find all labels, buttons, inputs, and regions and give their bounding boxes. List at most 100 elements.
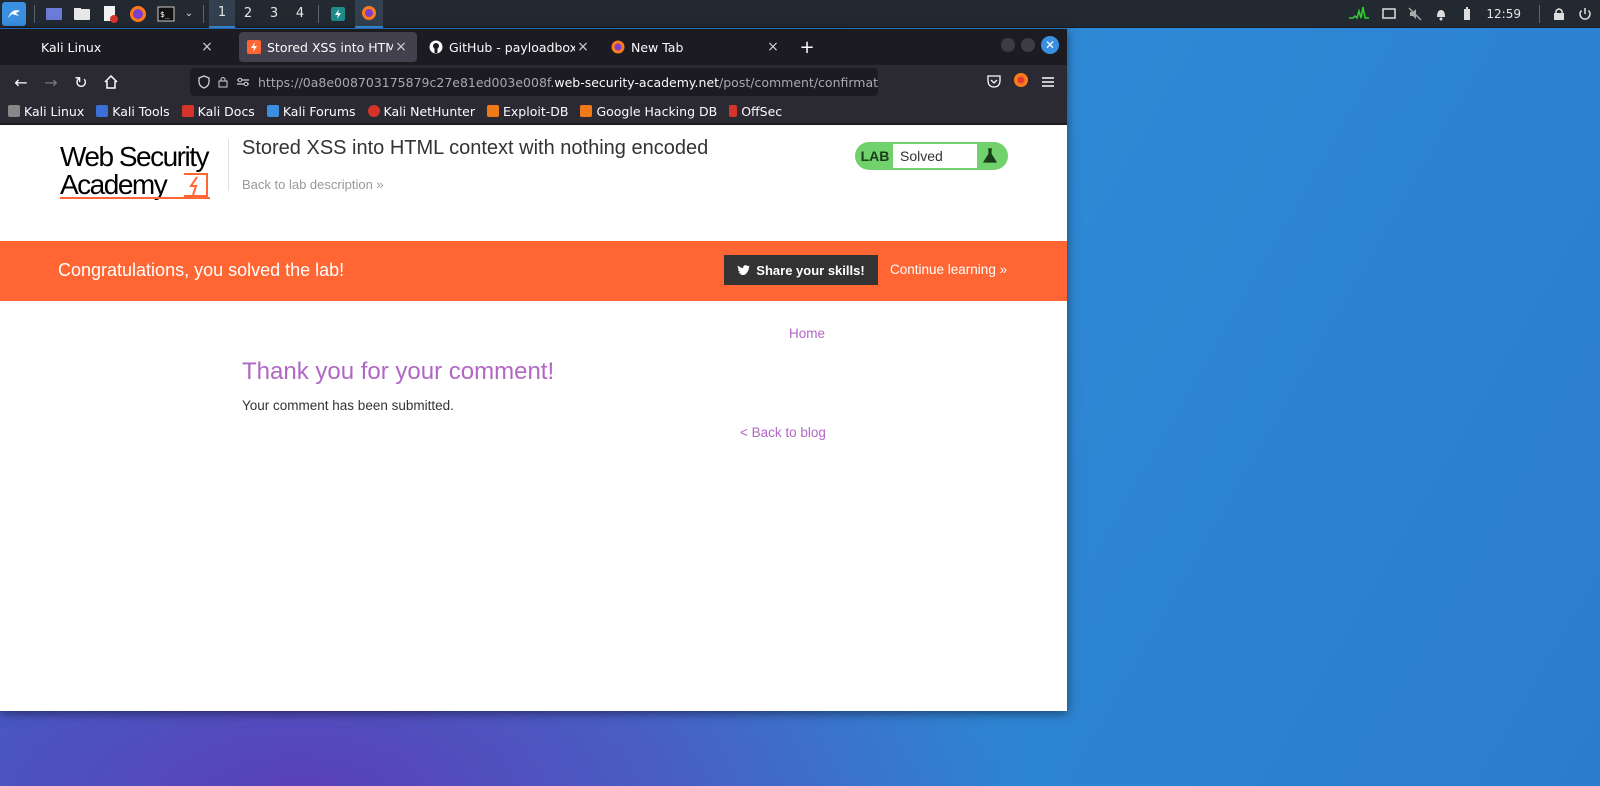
power-icon[interactable]	[1578, 7, 1592, 21]
github-icon	[429, 40, 443, 54]
firefox-favicon-icon	[611, 40, 625, 54]
bookmark-kali-nethunter[interactable]: Kali NetHunter	[367, 103, 476, 119]
bookmark-kali-docs[interactable]: Kali Docs	[181, 104, 255, 119]
display-icon[interactable]	[1382, 7, 1397, 21]
back-to-lab-description-label: Back to lab description	[242, 177, 373, 192]
tab-strip: Kali Linux × Stored XSS into HTML con × …	[0, 29, 1067, 65]
hamburger-menu-icon[interactable]	[1041, 73, 1055, 92]
offsec-icon	[729, 105, 738, 117]
workspace-3[interactable]: 3	[261, 0, 287, 28]
flask-icon	[977, 148, 1003, 164]
maximize-button[interactable]	[1021, 38, 1035, 52]
web-page: Web Security Academy Stored XSS into HTM…	[0, 125, 1067, 711]
bookmark-label: Kali Tools	[112, 103, 170, 119]
url-prefix: https://0a8e008703175879c27e81ed003e008f…	[258, 74, 555, 90]
home-link[interactable]: Home	[789, 326, 825, 341]
header-divider	[228, 139, 229, 191]
lock-icon[interactable]	[218, 74, 228, 90]
double-chevron-right-icon: »	[999, 262, 1008, 277]
show-desktop-icon[interactable]	[43, 3, 65, 25]
close-icon[interactable]: ×	[575, 39, 591, 55]
close-icon[interactable]: ×	[199, 39, 215, 55]
new-tab-button[interactable]: +	[793, 37, 821, 58]
logo-underline	[60, 197, 210, 199]
text-editor-icon[interactable]	[99, 3, 121, 25]
clock[interactable]: 12:59	[1486, 7, 1521, 21]
taskbar-separator	[1539, 4, 1540, 23]
forward-arrow-icon[interactable]: →	[36, 67, 66, 97]
lab-title: Stored XSS into HTML context with nothin…	[242, 137, 709, 159]
tab-label: New Tab	[631, 39, 684, 55]
permissions-icon[interactable]	[236, 74, 250, 90]
kali-docs-icon	[181, 105, 194, 117]
volume-muted-icon[interactable]	[1408, 7, 1422, 21]
tab-label: Kali Linux	[41, 39, 102, 55]
logo-line-1: Web Security	[60, 141, 210, 172]
address-bar[interactable]: https://0a8e008703175879c27e81ed003e008f…	[190, 68, 878, 96]
lab-status-badge: LAB Solved	[855, 142, 1008, 170]
lab-badge-label: LAB	[860, 148, 890, 164]
logo-bolt-icon	[184, 173, 208, 197]
nethunter-icon	[367, 105, 380, 117]
workspace-2[interactable]: 2	[235, 0, 261, 28]
tab-label: Stored XSS into HTML con	[267, 39, 393, 55]
bookmark-kali-linux[interactable]: Kali Linux	[8, 104, 84, 119]
firefox-launcher-icon[interactable]	[127, 3, 149, 25]
solved-message: Congratulations, you solved the lab!	[58, 260, 345, 280]
pocket-icon[interactable]	[987, 73, 1001, 92]
bookmark-kali-forums[interactable]: Kali Forums	[266, 103, 356, 119]
back-to-blog-link[interactable]: < Back to blog	[740, 425, 826, 440]
taskbar-separator	[318, 4, 319, 23]
chevron-down-icon[interactable]: ⌄	[183, 3, 195, 25]
twitter-icon	[737, 263, 751, 278]
solved-banner: Congratulations, you solved the lab! Sha…	[0, 241, 1067, 301]
reload-icon[interactable]: ↻	[66, 67, 96, 97]
window-controls: ✕	[1001, 36, 1059, 54]
home-icon[interactable]	[96, 67, 126, 97]
window-close-button[interactable]: ✕	[1041, 36, 1059, 54]
kali-menu-icon[interactable]	[2, 1, 26, 26]
shield-icon[interactable]	[198, 74, 210, 90]
continue-learning-label: Continue learning	[890, 262, 996, 277]
bookmarks-toolbar: Kali Linux Kali Tools Kali Docs Kali For…	[0, 99, 1067, 123]
bookmark-offsec[interactable]: OffSec	[729, 104, 782, 119]
continue-learning-link[interactable]: Continue learning »	[890, 262, 1007, 277]
close-icon[interactable]: ×	[765, 39, 781, 55]
share-skills-button[interactable]: Share your skills!	[724, 255, 878, 285]
bookmark-exploit-db[interactable]: Exploit-DB	[487, 104, 568, 119]
firefox-window-icon[interactable]	[355, 0, 383, 28]
workspace-4[interactable]: 4	[287, 0, 313, 28]
tab-stored-xss[interactable]: Stored XSS into HTML con ×	[239, 32, 417, 62]
notification-bell-icon[interactable]	[1434, 7, 1448, 21]
back-arrow-icon[interactable]: ←	[6, 67, 36, 97]
lock-icon[interactable]	[1552, 7, 1566, 21]
close-icon[interactable]: ×	[393, 39, 409, 55]
url-host: web-security-academy.net	[554, 74, 720, 90]
bookmark-label: OffSec	[741, 103, 783, 119]
exploit-db-icon	[487, 105, 500, 117]
burp-window-icon[interactable]	[327, 3, 349, 25]
kali-forums-icon	[266, 105, 279, 117]
bookmark-label: Kali Forums	[282, 103, 356, 119]
battery-icon	[1460, 6, 1474, 21]
network-graph-icon	[1348, 5, 1370, 22]
taskbar-separator	[34, 4, 35, 23]
bookmark-google-hacking-db[interactable]: Google Hacking DB	[580, 104, 717, 119]
workspace-1[interactable]: 1	[209, 0, 235, 28]
bookmark-label: Exploit-DB	[503, 103, 569, 119]
tab-kali-linux[interactable]: Kali Linux ×	[33, 32, 223, 62]
svg-text:$_: $_	[160, 10, 170, 19]
tab-new-tab[interactable]: New Tab ×	[603, 32, 789, 62]
file-manager-icon[interactable]	[71, 3, 93, 25]
back-to-lab-description-link[interactable]: Back to lab description »	[242, 177, 384, 192]
bookmark-kali-tools[interactable]: Kali Tools	[96, 103, 170, 119]
burp-favicon-icon	[247, 40, 261, 54]
lab-header: Web Security Academy Stored XSS into HTM…	[0, 125, 1067, 241]
tab-github-payloadbox[interactable]: GitHub - payloadbox/xss- ×	[421, 32, 599, 62]
firefox-account-icon[interactable]	[1013, 72, 1029, 92]
terminal-icon[interactable]: $_	[155, 3, 177, 25]
taskbar-separator	[203, 4, 204, 23]
bookmark-label: Kali NetHunter	[383, 103, 476, 119]
minimize-button[interactable]	[1001, 38, 1015, 52]
kali-dragon-icon	[8, 105, 20, 117]
